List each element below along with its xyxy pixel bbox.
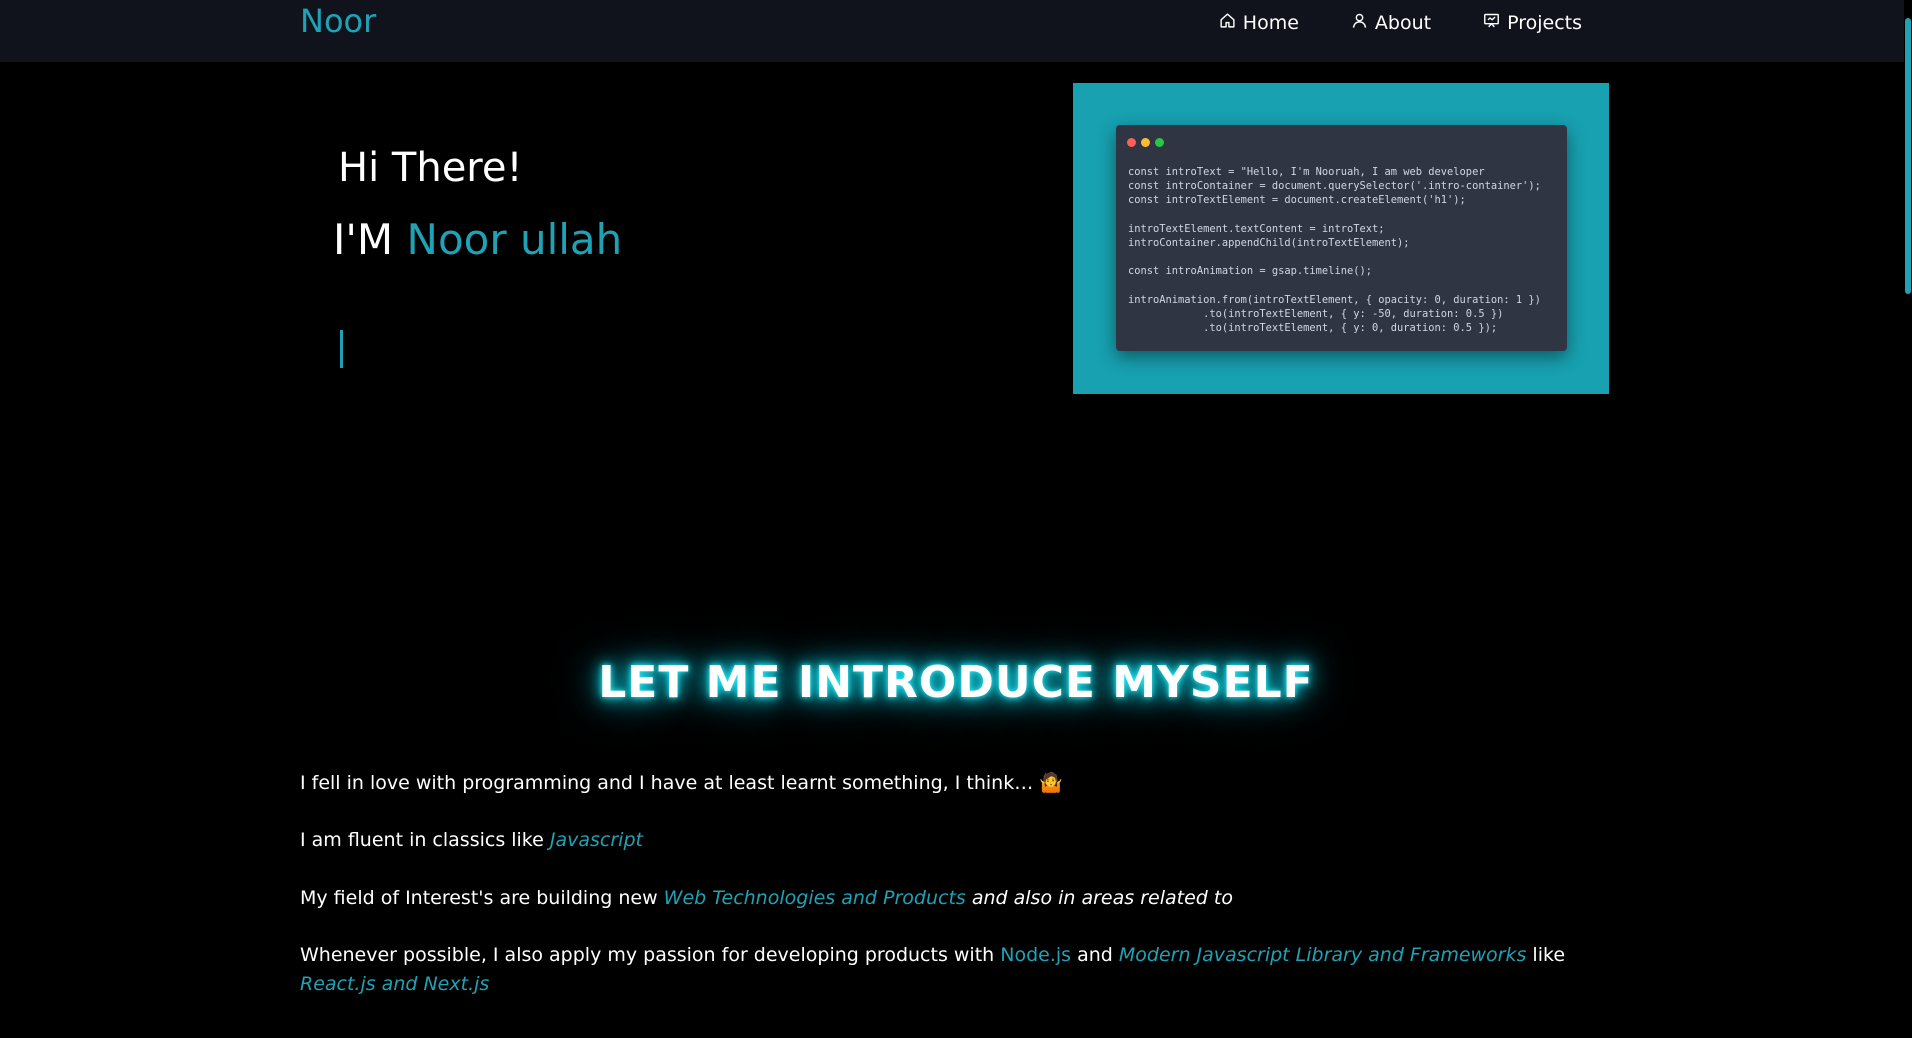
hero-intro: I'M Noor ullah [333,215,622,264]
code-window: const introText = "Hello, I'm Nooruah, I… [1116,125,1567,351]
hero-im-prefix: I'M [333,215,407,264]
nav-projects[interactable]: Projects [1483,12,1582,34]
scrollbar-thumb[interactable] [1905,18,1911,294]
hero-name: Noor ullah [406,215,623,264]
maximize-dot-icon [1155,138,1164,147]
intro-p4-text: Whenever possible, I also apply my passi… [300,944,1001,966]
intro-p4-and: and [1071,944,1119,966]
nav-about-label: About [1374,12,1432,34]
code-line: .to(introTextElement, { y: 0, duration: … [1128,322,1498,335]
intro-p4-like: like [1526,944,1566,966]
code-line: introTextElement.textContent = introText… [1128,222,1385,235]
brand-logo[interactable]: Noor [300,2,376,40]
code-image: const introText = "Hello, I'm Nooruah, I… [1073,83,1609,394]
minimize-dot-icon [1141,138,1150,147]
presentation-icon [1483,12,1500,34]
nav-about[interactable]: About [1351,12,1431,34]
intro-p4-frameworks: Modern Javascript Library and Frameworks [1118,944,1527,966]
typewriter-cursor [340,330,343,368]
intro-p3-highlight: Web Technologies and Products [663,887,966,909]
user-icon [1351,12,1368,34]
intro-p2-text: I am fluent in classics like [300,829,550,851]
code-line: introAnimation.from(introTextElement, { … [1128,293,1541,306]
intro-p4-node: Node.js [1000,944,1072,966]
nav-home-label: Home [1242,12,1299,34]
window-controls [1127,138,1164,147]
intro-paragraph-3: My field of Interest's are building new … [300,884,1600,913]
nav-home[interactable]: Home [1219,12,1299,34]
nav-menu: Home About Projects [1219,12,1582,34]
code-line: introContainer.appendChild(introTextElem… [1128,237,1410,250]
intro-p3-tail: and also in areas related to [965,887,1233,909]
code-line: .to(introTextElement, { y: -50, duration… [1128,308,1504,321]
navbar: Noor Home About Projects [0,0,1912,62]
code-line: const introContainer = document.querySel… [1128,180,1541,193]
hero-greeting: Hi There! [338,145,523,191]
intro-p3-text: My field of Interest's are building new [300,887,664,909]
code-line: const introTextElement = document.create… [1128,194,1466,207]
home-icon [1219,12,1236,34]
intro-title: LET ME INTRODUCE MYSELF [598,657,1314,708]
code-snippet: const introText = "Hello, I'm Nooruah, I… [1128,165,1541,335]
code-line: const introAnimation = gsap.timeline(); [1128,265,1372,278]
scrollbar[interactable] [1904,0,1912,1038]
intro-paragraph-1: I fell in love with programming and I ha… [300,769,1600,798]
nav-projects-label: Projects [1507,12,1582,34]
intro-p4-react: React.js and Next.js [300,973,490,995]
intro-paragraph-4: Whenever possible, I also apply my passi… [300,941,1600,999]
close-dot-icon [1127,138,1136,147]
code-line: const introText = "Hello, I'm Nooruah, I… [1128,166,1485,178]
intro-p1-text: I fell in love with programming and I ha… [300,772,1063,794]
intro-p2-highlight: Javascript [549,829,643,851]
intro-paragraph-2: I am fluent in classics like Javascript [300,826,1600,855]
